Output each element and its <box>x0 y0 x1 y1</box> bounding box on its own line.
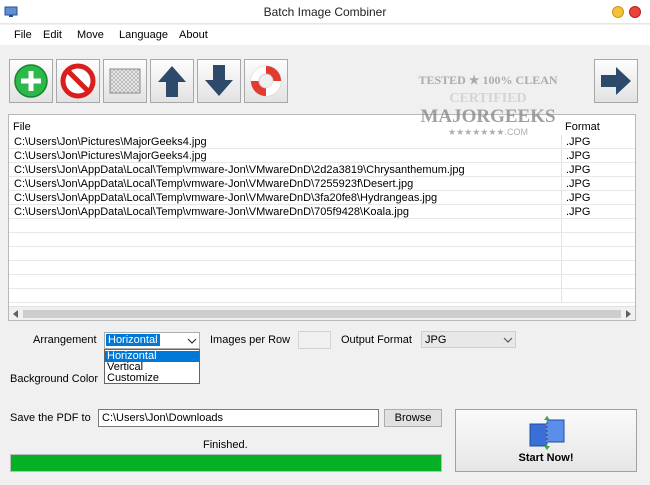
minimize-button[interactable] <box>612 6 624 18</box>
list-item[interactable]: C:\Users\Jon\AppData\Local\Temp\vmware-J… <box>9 177 635 191</box>
watermark-line1: TESTED ★ 100% CLEAN <box>418 73 557 87</box>
move-up-icon <box>158 66 186 97</box>
add-icon <box>14 64 48 98</box>
close-button[interactable] <box>629 6 641 18</box>
scroll-left-icon[interactable] <box>12 310 20 318</box>
save-path-value: C:\Users\Jon\Downloads <box>102 412 224 424</box>
arrangement-value: Horizontal <box>106 334 160 346</box>
file-path: C:\Users\Jon\AppData\Local\Temp\vmware-J… <box>14 192 438 204</box>
next-step-button[interactable] <box>594 59 638 103</box>
empty-row <box>9 219 635 233</box>
clear-list-button[interactable] <box>103 59 147 103</box>
watermark-line3: MAJORGEEKS <box>420 106 555 127</box>
move-down-button[interactable] <box>197 59 241 103</box>
remove-icon <box>60 63 96 99</box>
help-button[interactable] <box>244 59 288 103</box>
background-color-label: Background Color <box>10 373 99 385</box>
scroll-right-icon[interactable] <box>624 310 632 318</box>
chevron-down-icon <box>503 337 513 343</box>
window-title: Batch Image Combiner <box>263 5 387 19</box>
start-now-label: Start Now! <box>518 452 574 464</box>
arrangement-label: Arrangement <box>33 334 97 346</box>
start-now-button[interactable]: Start Now! <box>455 409 637 472</box>
list-item[interactable]: C:\Users\Jon\AppData\Local\Temp\vmware-J… <box>9 205 635 219</box>
menu-about[interactable]: About <box>179 29 208 41</box>
file-path: C:\Users\Jon\AppData\Local\Temp\vmware-J… <box>14 206 409 218</box>
file-format: .JPG <box>566 178 591 190</box>
empty-row <box>9 233 635 247</box>
empty-row <box>9 289 635 303</box>
help-icon <box>250 65 282 97</box>
status-text: Finished. <box>203 439 248 451</box>
browse-button[interactable]: Browse <box>384 409 442 427</box>
clear-list-icon <box>109 68 141 94</box>
file-path: C:\Users\Jon\AppData\Local\Temp\vmware-J… <box>14 178 414 190</box>
column-header-format[interactable]: Format <box>565 121 600 133</box>
file-format: .JPG <box>566 192 591 204</box>
file-path: C:\Users\Jon\AppData\Local\Temp\vmware-J… <box>14 164 465 176</box>
file-format: .JPG <box>566 136 591 148</box>
add-files-button[interactable] <box>9 59 53 103</box>
move-down-icon <box>205 65 233 96</box>
output-format-value: JPG <box>425 334 447 346</box>
output-format-select[interactable]: JPG <box>421 331 516 348</box>
file-format: .JPG <box>566 206 591 218</box>
chevron-down-icon <box>187 338 197 344</box>
empty-row <box>9 247 635 261</box>
title-bar: Batch Image Combiner <box>0 0 650 24</box>
list-item[interactable]: C:\Users\Jon\AppData\Local\Temp\vmware-J… <box>9 191 635 205</box>
list-item[interactable]: C:\Users\Jon\AppData\Local\Temp\vmware-J… <box>9 163 635 177</box>
images-per-row-input[interactable] <box>298 331 331 349</box>
empty-row <box>9 261 635 275</box>
column-header-file[interactable]: File <box>13 121 31 133</box>
scrollbar-thumb[interactable] <box>23 310 621 318</box>
file-path: C:\Users\Jon\Pictures\MajorGeeks4.jpg <box>14 136 207 148</box>
arrangement-select[interactable]: Horizontal <box>104 332 200 349</box>
file-path: C:\Users\Jon\Pictures\MajorGeeks4.jpg <box>14 150 207 162</box>
menu-edit[interactable]: Edit <box>43 29 62 41</box>
remove-file-button[interactable] <box>56 59 100 103</box>
file-format: .JPG <box>566 150 591 162</box>
menu-move[interactable]: Move <box>77 29 104 41</box>
output-format-label: Output Format <box>341 334 412 346</box>
horizontal-scrollbar[interactable] <box>9 306 635 320</box>
empty-row <box>9 275 635 289</box>
arrangement-option-customize[interactable]: Customize <box>105 373 199 384</box>
move-up-button[interactable] <box>150 59 194 103</box>
arrangement-dropdown: Horizontal Vertical Customize <box>104 349 200 384</box>
save-path-input[interactable]: C:\Users\Jon\Downloads <box>98 409 379 427</box>
images-per-row-label: Images per Row <box>210 334 291 346</box>
file-format: .JPG <box>566 164 591 176</box>
next-arrow-icon <box>601 67 631 95</box>
majorgeeks-watermark: TESTED ★ 100% CLEAN CERTIFIED MAJORGEEKS… <box>418 73 557 137</box>
progress-bar <box>10 454 442 472</box>
watermark-line2: CERTIFIED <box>449 91 526 106</box>
menu-language[interactable]: Language <box>119 29 168 41</box>
menu-bar: File Edit Move Language About <box>0 25 650 45</box>
combine-icon <box>529 416 565 450</box>
save-pdf-label: Save the PDF to <box>10 412 91 424</box>
menu-file[interactable]: File <box>14 29 32 41</box>
watermark-line4: ★★★★★★★.COM <box>448 127 528 137</box>
